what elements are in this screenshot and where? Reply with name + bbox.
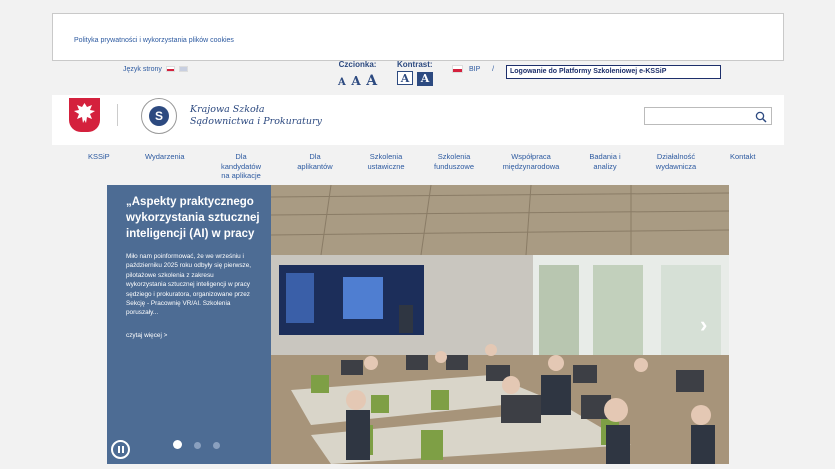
bip-label: BIP — [469, 65, 481, 73]
english-flag-icon[interactable] — [178, 66, 188, 73]
contrast-switcher: Kontrast: AA — [397, 60, 433, 87]
carousel-dot[interactable] — [213, 442, 220, 449]
hero-text-panel: „Aspekty praktycznego wykorzystania sztu… — [107, 185, 271, 464]
font-label: Czcionka: — [338, 60, 377, 69]
carousel-dots — [173, 436, 232, 454]
school-name[interactable]: Krajowa Szkoła Sądownictwa i Prokuratury — [190, 104, 322, 128]
bip-icon — [452, 65, 463, 73]
cookie-policy-link[interactable]: Polityka prywatności i wykorzystania pli… — [74, 37, 234, 44]
hero-title[interactable]: „Aspekty praktycznego wykorzystania sztu… — [126, 194, 266, 242]
language-switcher: Język strony — [123, 66, 188, 73]
nav-item-wydarzenia[interactable]: Wydarzenia — [145, 152, 185, 162]
login-platform-button[interactable]: Logowanie do Platformy Szkoleniowej e-KS… — [506, 65, 721, 79]
font-size-medium-button[interactable]: A — [351, 74, 360, 88]
site-header: S Krajowa Szkoła Sądownictwa i Prokuratu… — [52, 95, 784, 145]
nav-item-dla-kandydatow[interactable]: Dla kandydatów na aplikacje — [218, 152, 264, 181]
contrast-label: Kontrast: — [397, 60, 433, 69]
school-name-line2: Sądownictwa i Prokuratury — [190, 116, 322, 127]
kssip-seal-icon: S — [149, 106, 169, 126]
nav-item-dla-aplikantow[interactable]: Dla aplikantów — [292, 152, 338, 171]
hero-carousel: „Aspekty praktycznego wykorzystania sztu… — [107, 185, 729, 464]
main-navigation: KSSiP Wydarzenia Dla kandydatów na aplik… — [52, 146, 784, 182]
language-label: Język strony — [123, 66, 162, 73]
nav-item-wspolpraca[interactable]: Współpraca międzynarodowa — [497, 152, 565, 171]
nav-item-szkolenia-funduszowe[interactable]: Szkolenia funduszowe — [430, 152, 478, 171]
carousel-dot[interactable] — [173, 440, 182, 449]
nav-item-szkolenia-ustawiczne[interactable]: Szkolenia ustawiczne — [363, 152, 409, 171]
contrast-normal-button[interactable]: A — [397, 71, 413, 85]
nav-item-dzialalnosc[interactable]: Działalność wydawnicza — [648, 152, 704, 171]
hero-photo — [271, 185, 729, 464]
font-size-large-button[interactable]: A — [366, 73, 377, 89]
bip-link[interactable]: BIP / — [452, 65, 494, 73]
utility-bar: Język strony Czcionka: A A A Kontrast: A… — [0, 58, 835, 90]
font-size-small-button[interactable]: A — [338, 77, 346, 88]
nav-item-badania[interactable]: Badania i analizy — [586, 152, 624, 171]
kssip-logo[interactable]: S — [141, 98, 177, 134]
next-slide-arrow-icon[interactable]: › — [700, 312, 707, 338]
pause-icon[interactable] — [111, 440, 130, 459]
search-icon[interactable] — [755, 110, 767, 128]
cookie-bar: Polityka prywatności i wykorzystania pli… — [52, 13, 784, 61]
separator: / — [492, 65, 495, 73]
search-input[interactable] — [644, 107, 772, 125]
nav-item-kontakt[interactable]: Kontakt — [730, 152, 755, 162]
nav-item-kssip[interactable]: KSSiP — [88, 152, 110, 162]
header-divider — [117, 104, 118, 126]
school-name-line1: Krajowa Szkoła — [190, 104, 265, 115]
hero-text: Miło nam poinformować, że we wrześniu i … — [126, 253, 252, 317]
carousel-dot[interactable] — [194, 442, 201, 449]
font-size-switcher: Czcionka: A A A — [338, 60, 377, 89]
read-more-link[interactable]: czytaj więcej > — [126, 332, 271, 339]
polish-eagle-emblem-icon — [69, 98, 100, 132]
polish-flag-icon[interactable] — [165, 66, 175, 73]
contrast-high-button[interactable]: A — [417, 72, 433, 86]
